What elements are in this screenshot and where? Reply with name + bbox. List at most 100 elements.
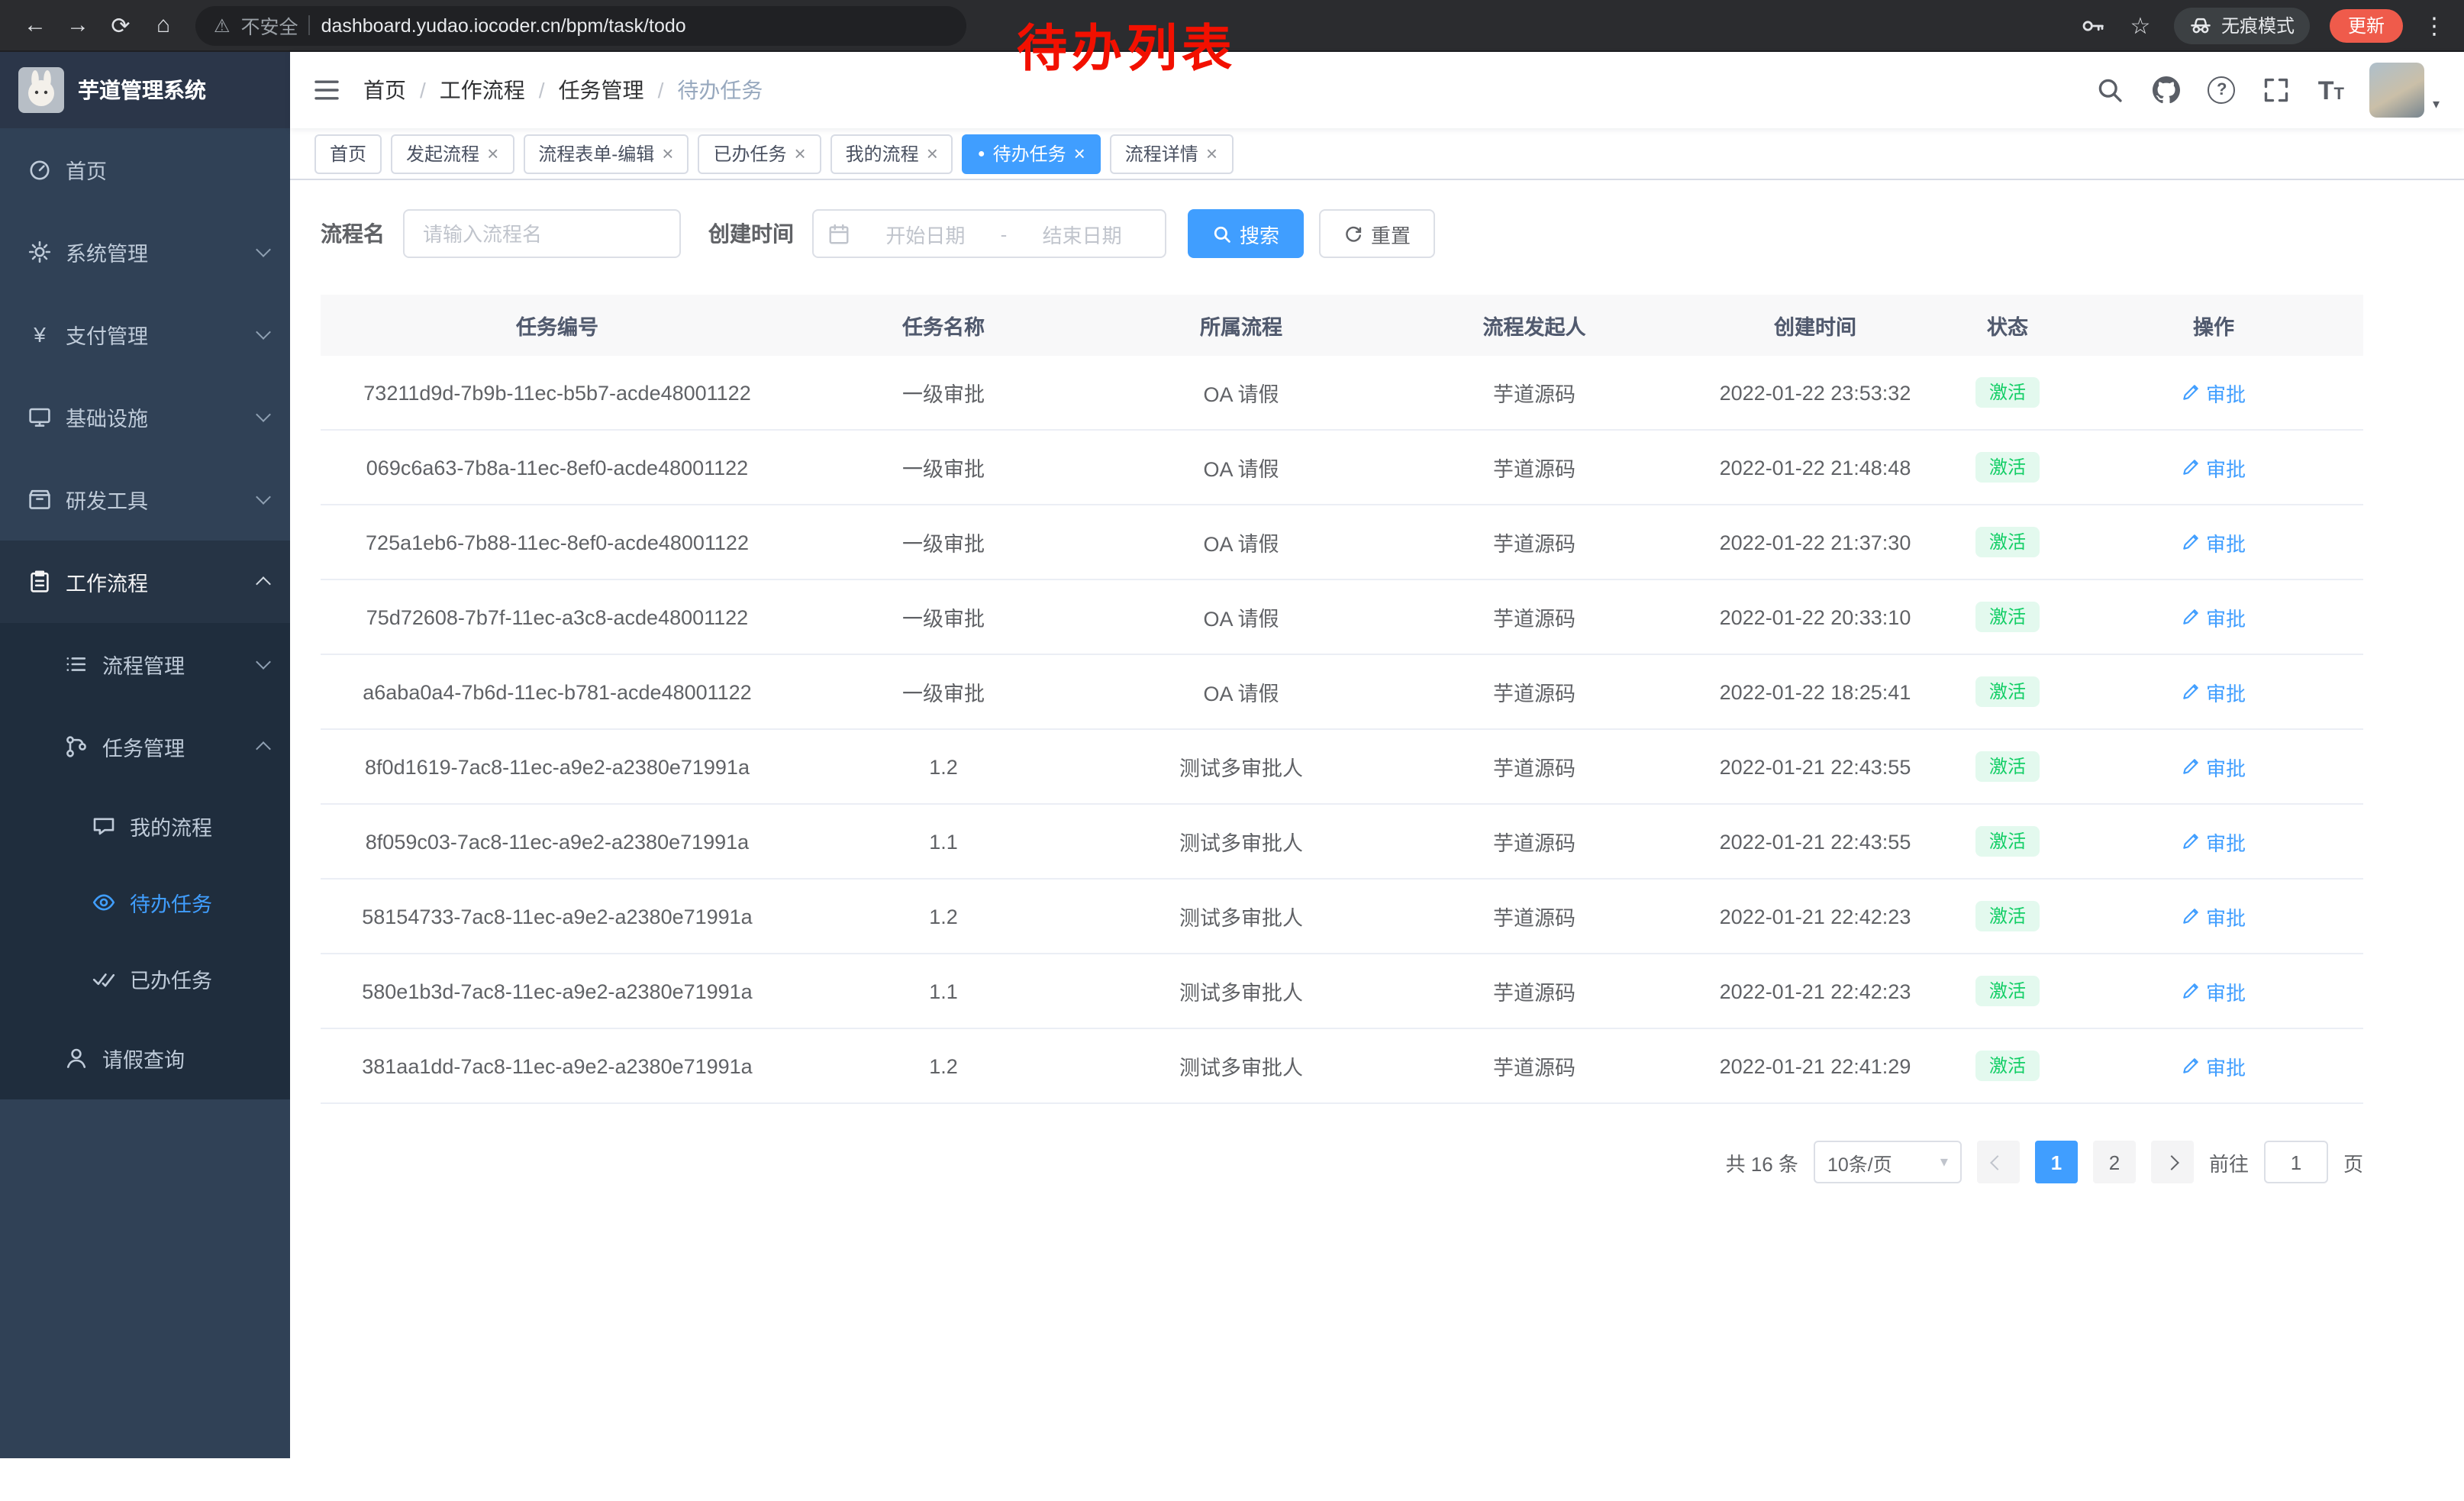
tab-process-detail[interactable]: 流程详情 ×	[1110, 134, 1233, 173]
back-icon[interactable]: ←	[15, 5, 55, 45]
reload-icon[interactable]: ⟳	[101, 5, 140, 45]
help-icon[interactable]: ?	[2208, 76, 2236, 104]
search-icon[interactable]	[2095, 75, 2126, 105]
forward-icon[interactable]: →	[58, 5, 98, 45]
created-cell: 2022-01-21 22:43:55	[1679, 729, 1951, 804]
status-badge: 激活	[1975, 602, 2040, 632]
task-id-cell: 381aa1dd-7ac8-11ec-a9e2-a2380e71991a	[321, 1028, 794, 1103]
action-cell: 审批	[2064, 1028, 2363, 1103]
font-size-icon[interactable]: TT	[2318, 77, 2344, 103]
created-cell: 2022-01-21 22:42:23	[1679, 879, 1951, 954]
status-badge: 激活	[1975, 1051, 2040, 1081]
clipboard-icon	[27, 570, 52, 594]
breadcrumb-task-mgmt[interactable]: 任务管理	[559, 75, 644, 105]
tab-form-edit[interactable]: 流程表单-编辑 ×	[523, 134, 689, 173]
action-cell: 审批	[2064, 430, 2363, 505]
reset-button[interactable]: 重置	[1319, 209, 1435, 258]
sidebar-item-home[interactable]: 首页	[0, 128, 290, 211]
sidebar-item-devtools[interactable]: 研发工具	[0, 458, 290, 541]
sidebar-item-system[interactable]: 系统管理	[0, 211, 290, 293]
sidebar-item-my-process[interactable]: 我的流程	[0, 788, 290, 864]
close-icon[interactable]: ×	[794, 144, 805, 163]
initiator-cell: 芋道源码	[1389, 1028, 1679, 1103]
action-cell: 审批	[2064, 879, 2363, 954]
approve-link[interactable]: 审批	[2182, 378, 2246, 407]
tab-my-process[interactable]: 我的流程 ×	[830, 134, 953, 173]
approve-link[interactable]: 审批	[2182, 1051, 2246, 1080]
sidebar-item-task-mgmt[interactable]: 任务管理	[0, 705, 290, 788]
table-row: 73211d9d-7b9b-11ec-b5b7-acde48001122 一级审…	[321, 356, 2363, 430]
page-2-button[interactable]: 2	[2093, 1141, 2136, 1183]
initiator-cell: 芋道源码	[1389, 356, 1679, 430]
status-cell: 激活	[1951, 654, 2064, 729]
navbar-actions: ? TT ▾	[2095, 63, 2440, 118]
key-icon[interactable]	[2079, 11, 2107, 39]
breadcrumb-current: 待办任务	[677, 75, 763, 105]
breadcrumb-workflow[interactable]: 工作流程	[440, 75, 525, 105]
approve-link[interactable]: 审批	[2182, 827, 2246, 856]
status-cell: 激活	[1951, 505, 2064, 579]
process-cell: 测试多审批人	[1093, 954, 1389, 1028]
app-logo[interactable]: 芋道管理系统	[0, 52, 290, 128]
column-header: 所属流程	[1093, 295, 1389, 356]
hamburger-icon[interactable]	[311, 75, 342, 105]
fullscreen-icon[interactable]	[2262, 75, 2292, 105]
close-icon[interactable]: ×	[1074, 144, 1085, 163]
process-cell: OA 请假	[1093, 356, 1389, 430]
approve-link[interactable]: 审批	[2182, 677, 2246, 706]
not-secure-label[interactable]: 不安全	[241, 11, 298, 40]
close-icon[interactable]: ×	[927, 144, 938, 163]
approve-link[interactable]: 审批	[2182, 902, 2246, 931]
tab-start-process[interactable]: 发起流程 ×	[391, 134, 514, 173]
github-icon[interactable]	[2152, 75, 2182, 105]
task-id-cell: 069c6a63-7b8a-11ec-8ef0-acde48001122	[321, 430, 794, 505]
process-name-input[interactable]	[403, 209, 681, 258]
sidebar-item-todo-task[interactable]: 待办任务	[0, 864, 290, 941]
table-row: 069c6a63-7b8a-11ec-8ef0-acde48001122 一级审…	[321, 430, 2363, 505]
user-icon	[64, 1046, 89, 1070]
sidebar-item-infra[interactable]: 基础设施	[0, 376, 290, 458]
created-cell: 2022-01-21 22:41:29	[1679, 1028, 1951, 1103]
pencil-icon	[2182, 458, 2200, 476]
table-header-row: 任务编号 任务名称 所属流程 流程发起人 创建时间 状态 操作	[321, 295, 2363, 356]
tab-home[interactable]: 首页	[314, 134, 382, 173]
next-page-button[interactable]	[2151, 1141, 2194, 1183]
tab-done-task[interactable]: 已办任务 ×	[698, 134, 821, 173]
sidebar-item-leave-query[interactable]: 请假查询	[0, 1017, 290, 1099]
sidebar-item-done-task[interactable]: 已办任务	[0, 941, 290, 1017]
date-range-picker[interactable]: 开始日期 - 结束日期	[812, 209, 1166, 258]
url-text[interactable]: dashboard.yudao.iocoder.cn/bpm/task/todo	[321, 15, 686, 36]
sidebar-item-process-mgmt[interactable]: 流程管理	[0, 623, 290, 705]
task-name-cell: 一级审批	[794, 430, 1093, 505]
approve-link[interactable]: 审批	[2182, 453, 2246, 482]
sidebar-item-label: 待办任务	[130, 887, 212, 918]
close-icon[interactable]: ×	[662, 144, 673, 163]
prev-page-button[interactable]	[1977, 1141, 2020, 1183]
sidebar-item-payment[interactable]: ¥ 支付管理	[0, 293, 290, 376]
goto-page-input[interactable]	[2264, 1141, 2328, 1183]
breadcrumb-home[interactable]: 首页	[363, 75, 406, 105]
page-1-button[interactable]: 1	[2035, 1141, 2078, 1183]
search-button[interactable]: 搜索	[1188, 209, 1304, 258]
browser-menu-icon[interactable]: ⋮	[2423, 11, 2446, 39]
sidebar-item-workflow[interactable]: 工作流程	[0, 541, 290, 623]
user-menu[interactable]: ▾	[2370, 63, 2440, 118]
approve-link[interactable]: 审批	[2182, 976, 2246, 1006]
close-icon[interactable]: ×	[1206, 144, 1217, 163]
page-size-select[interactable]: 10条/页 ▾	[1814, 1141, 1962, 1183]
update-button[interactable]: 更新	[2330, 8, 2403, 42]
action-cell: 审批	[2064, 654, 2363, 729]
address-bar[interactable]: ⚠ 不安全 dashboard.yudao.iocoder.cn/bpm/tas…	[195, 5, 966, 45]
approve-link[interactable]: 审批	[2182, 602, 2246, 631]
pencil-icon	[2182, 683, 2200, 701]
close-icon[interactable]: ×	[487, 144, 498, 163]
approve-link[interactable]: 审批	[2182, 528, 2246, 557]
incognito-label: 无痕模式	[2221, 12, 2295, 38]
home-icon[interactable]: ⌂	[144, 5, 183, 45]
bookmark-star-icon[interactable]: ☆	[2127, 11, 2154, 39]
process-cell: OA 请假	[1093, 579, 1389, 654]
end-date-placeholder: 结束日期	[1013, 219, 1151, 248]
chevron-up-icon	[256, 741, 271, 757]
tab-todo-task[interactable]: ● 待办任务 ×	[963, 134, 1101, 173]
approve-link[interactable]: 审批	[2182, 752, 2246, 781]
